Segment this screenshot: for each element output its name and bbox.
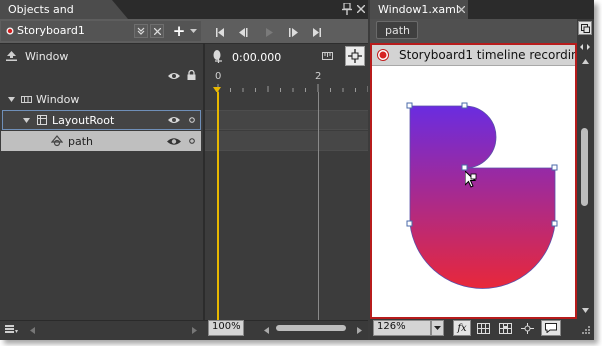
- snapping-icon[interactable]: [320, 50, 334, 62]
- artboard-zoom-value: 126%: [377, 321, 406, 332]
- tree-options-icon[interactable]: [3, 322, 19, 336]
- artboard-options-icon[interactable]: [578, 21, 592, 35]
- breadcrumb-path-label: path: [385, 24, 411, 37]
- artboard-vertical-scrollbar[interactable]: [581, 128, 588, 206]
- timeline-track-path[interactable]: [205, 131, 368, 151]
- scroll-right-arrow-icon[interactable]: [190, 324, 198, 336]
- split-view-icon[interactable]: [578, 40, 592, 54]
- close-panel-icon[interactable]: [355, 2, 367, 16]
- scroll-left-arrow-icon[interactable]: [28, 324, 36, 336]
- recording-message-clip: Storyboard1 timeline recording is on.: [399, 47, 575, 64]
- zoom-dropdown-icon[interactable]: [431, 320, 444, 336]
- close-document-icon[interactable]: [455, 3, 467, 15]
- resize-grip-icon[interactable]: [578, 322, 592, 336]
- previous-frame-icon[interactable]: [236, 26, 250, 38]
- snap-to-snaplines-icon[interactable]: [518, 320, 536, 336]
- record-keyframe-icon[interactable]: [211, 47, 225, 65]
- ruler-tick-label: 2: [315, 71, 322, 82]
- effects-toggle-icon[interactable]: fx: [453, 320, 471, 336]
- play-icon[interactable]: [262, 26, 276, 38]
- objects-timeline-panel: Objects and Timeline Storyboard1 +: [0, 0, 368, 340]
- tab-objects-and-timeline-label: Objects and Timeline: [8, 3, 74, 35]
- window-frame: Objects and Timeline Storyboard1 +: [0, 0, 594, 340]
- annotations-icon[interactable]: [541, 320, 561, 336]
- scroll-left-arrow-icon[interactable]: [262, 324, 270, 336]
- pin-icon[interactable]: [340, 2, 354, 16]
- timeline-track-layoutroot[interactable]: [205, 110, 368, 130]
- expand-arrow-icon[interactable]: [22, 115, 30, 125]
- playhead-line[interactable]: [217, 92, 219, 320]
- lock-toggle-icon[interactable]: [187, 136, 197, 146]
- document-panel: Window1.xaml path Storyboard1 timeline r…: [370, 0, 594, 340]
- window-element-icon: [19, 94, 33, 104]
- tree-item-label: path: [68, 135, 94, 148]
- timeline-marker-2s: [318, 92, 319, 320]
- expand-arrow-icon[interactable]: [7, 94, 15, 104]
- grid-element-icon: [36, 114, 48, 126]
- ruler-ticks: [217, 84, 368, 92]
- path-element-icon: [50, 134, 64, 148]
- snap-to-grid-icon[interactable]: [496, 320, 514, 336]
- show-grid-icon[interactable]: [474, 320, 492, 336]
- storyboard-dropdown-icon[interactable]: [134, 24, 148, 38]
- next-frame-icon[interactable]: [286, 26, 300, 38]
- show-all-eye-icon[interactable]: [167, 70, 181, 82]
- path-shape[interactable]: [372, 66, 575, 318]
- lock-all-icon[interactable]: [185, 69, 197, 81]
- mouse-cursor-icon: [464, 170, 478, 190]
- scroll-right-arrow-icon[interactable]: [355, 324, 363, 336]
- scope-label: Window: [25, 50, 69, 63]
- timeline-horizontal-scrollbar[interactable]: [276, 325, 346, 331]
- current-time-display[interactable]: 0:00.000: [232, 51, 281, 64]
- zoom-to-fit-button[interactable]: [345, 46, 365, 66]
- timeline-zoom-value: 100%: [212, 321, 241, 332]
- scope-up-icon[interactable]: [4, 49, 18, 63]
- scroll-up-arrow-icon[interactable]: [580, 57, 590, 65]
- tab-window1-xaml-label: Window1.xaml: [378, 3, 459, 16]
- recording-message: Storyboard1 timeline recording is on.: [399, 48, 575, 62]
- new-storyboard-icon[interactable]: +: [172, 22, 186, 40]
- visibility-eye-icon[interactable]: [167, 114, 181, 126]
- lock-toggle-icon[interactable]: [187, 115, 197, 125]
- tree-item-label: LayoutRoot: [52, 114, 115, 127]
- scroll-down-arrow-icon[interactable]: [580, 306, 590, 314]
- storyboard-options-icon[interactable]: [188, 24, 198, 38]
- go-to-first-frame-icon[interactable]: [213, 26, 227, 38]
- recording-icon[interactable]: [376, 48, 390, 62]
- go-to-last-frame-icon[interactable]: [310, 26, 324, 38]
- storyboard-name: Storyboard1: [17, 24, 85, 37]
- ruler-tick-label: 0: [215, 71, 222, 82]
- tree-item-label: Window: [36, 93, 80, 106]
- record-indicator-icon: [4, 25, 16, 37]
- visibility-eye-icon[interactable]: [166, 135, 182, 147]
- close-storyboard-icon[interactable]: [150, 24, 164, 38]
